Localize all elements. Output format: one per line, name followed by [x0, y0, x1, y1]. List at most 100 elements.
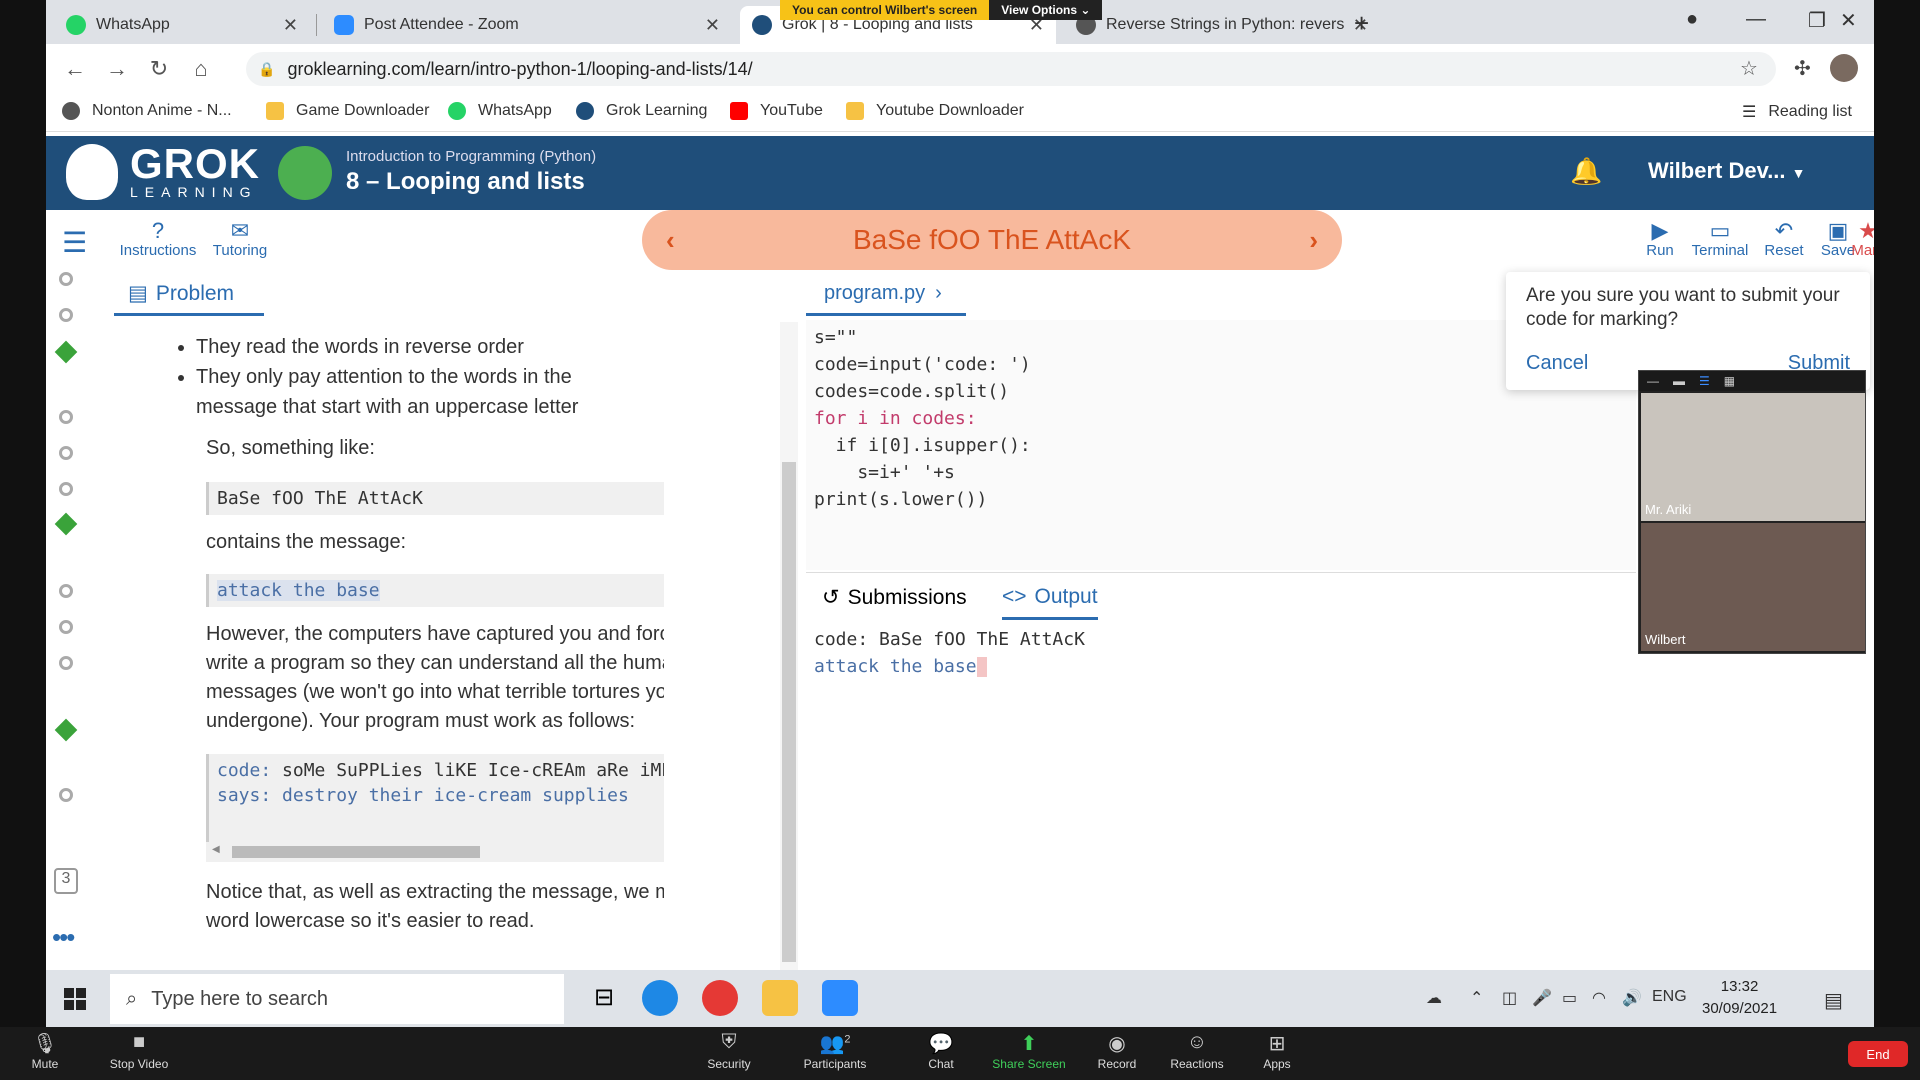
- grid-view-icon[interactable]: ▦: [1724, 374, 1735, 388]
- code-text: code=input('code: '): [814, 354, 1031, 375]
- extensions-icon[interactable]: ✣: [1794, 56, 1811, 81]
- bookmark-game-downloader[interactable]: Game Downloader: [266, 102, 429, 120]
- bookmark-youtube[interactable]: YouTube: [730, 102, 823, 120]
- tab-divider: [316, 14, 317, 36]
- battery-icon[interactable]: ▭: [1562, 988, 1577, 1008]
- taskbar-search-input[interactable]: ⌕ Type here to search: [110, 974, 564, 1024]
- windows-start-icon[interactable]: [64, 988, 86, 1010]
- tab-search-icon[interactable]: ●: [1686, 8, 1698, 31]
- stop-video-button[interactable]: ■ Stop Video: [94, 1031, 184, 1071]
- camera-tray-icon[interactable]: ◫: [1502, 988, 1517, 1008]
- minimize-icon[interactable]: —: [1746, 8, 1766, 31]
- security-button[interactable]: ⛨ Security: [684, 1031, 774, 1071]
- tray-chevron-up-icon[interactable]: ⌃: [1470, 988, 1483, 1008]
- progress-step[interactable]: [59, 272, 73, 286]
- stack-view-icon[interactable]: ☰: [1699, 374, 1710, 388]
- cancel-button[interactable]: Cancel: [1526, 352, 1588, 375]
- scrollbar-thumb[interactable]: [232, 846, 480, 858]
- window-close-icon[interactable]: ✕: [1840, 8, 1857, 33]
- mark-button[interactable]: ★Mark: [1844, 218, 1874, 259]
- tab-submissions[interactable]: ↺ Submissions: [822, 585, 967, 610]
- close-icon[interactable]: ✕: [283, 15, 298, 36]
- progress-step-complete[interactable]: [54, 340, 78, 364]
- mark-label: Mark: [1851, 242, 1874, 259]
- progress-step[interactable]: [59, 788, 73, 802]
- microphone-tray-icon[interactable]: 🎤: [1532, 988, 1552, 1008]
- progress-step-complete[interactable]: [54, 718, 78, 742]
- zoom-app-icon[interactable]: [822, 980, 858, 1016]
- progress-step[interactable]: [59, 482, 73, 496]
- tab-whatsapp[interactable]: WhatsApp ✕: [54, 6, 310, 44]
- chrome-icon[interactable]: [702, 980, 738, 1016]
- tab-reverse-strings[interactable]: Reverse Strings in Python: revers ✕: [1064, 6, 1380, 44]
- user-menu[interactable]: Wilbert Dev... ▼: [1648, 158, 1806, 184]
- mute-button[interactable]: 🎙 Mute: [0, 1031, 90, 1071]
- tab-program-py[interactable]: program.py ›: [806, 274, 966, 316]
- horizontal-scrollbar[interactable]: ◀ ▶: [206, 842, 664, 862]
- view-options-button[interactable]: View Options ⌄: [989, 0, 1103, 20]
- weather-icon[interactable]: ☁: [1426, 988, 1442, 1008]
- record-button[interactable]: ◉ Record: [1072, 1031, 1162, 1071]
- progress-step-complete[interactable]: [54, 512, 78, 536]
- outline-menu-icon[interactable]: ☰: [62, 226, 87, 259]
- notifications-icon[interactable]: ▤: [1824, 988, 1843, 1013]
- bookmark-nonton-anime[interactable]: Nonton Anime - N...: [62, 102, 232, 120]
- edge-icon[interactable]: [642, 980, 678, 1016]
- avatar[interactable]: [1830, 54, 1858, 82]
- share-screen-button[interactable]: ⬆ Share Screen: [984, 1031, 1074, 1071]
- close-icon[interactable]: ✕: [705, 15, 720, 36]
- course-title[interactable]: Introduction to Programming (Python): [346, 148, 596, 165]
- video-tile[interactable]: Wilbert: [1641, 523, 1865, 651]
- bookmark-youtube-downloader[interactable]: Youtube Downloader: [846, 102, 1024, 120]
- problem-vertical-scrollbar[interactable]: [780, 322, 798, 972]
- minimize-icon[interactable]: —: [1647, 374, 1659, 388]
- forward-icon[interactable]: →: [96, 56, 138, 82]
- progress-step[interactable]: [59, 620, 73, 634]
- reactions-button[interactable]: ☺ Reactions: [1152, 1031, 1242, 1071]
- apps-button[interactable]: ⊞ Apps: [1232, 1031, 1322, 1071]
- bookmark-star-icon[interactable]: ☆: [1740, 56, 1758, 81]
- grok-logo[interactable]: GROK LEARNING: [66, 143, 260, 200]
- reading-list-button[interactable]: ☰ Reading list: [1742, 102, 1852, 122]
- progress-step[interactable]: [59, 446, 73, 460]
- tab-problem[interactable]: ▤ Problem: [114, 274, 264, 316]
- scroll-left-icon[interactable]: ◀: [212, 844, 220, 855]
- tutoring-button[interactable]: ✉ Tutoring: [200, 218, 280, 259]
- language-indicator[interactable]: ENG: [1652, 988, 1687, 1006]
- chat-button[interactable]: 💬 Chat: [896, 1031, 986, 1071]
- output-console[interactable]: code: BaSe fOO ThE AttAcK attack the base: [806, 622, 1636, 962]
- input-cursor: [976, 657, 987, 677]
- video-tile[interactable]: Mr. Ariki: [1641, 393, 1865, 521]
- file-explorer-icon[interactable]: [762, 980, 798, 1016]
- url-field[interactable]: 🔒 groklearning.com/learn/intro-python-1/…: [246, 52, 1776, 86]
- task-view-icon[interactable]: ⊟: [586, 980, 622, 1016]
- module-title[interactable]: 8 – Looping and lists: [346, 168, 585, 196]
- participants-button[interactable]: 👥2 Participants: [790, 1031, 880, 1071]
- more-icon[interactable]: •••: [52, 922, 75, 953]
- new-tab-icon[interactable]: +: [1354, 8, 1369, 39]
- back-icon[interactable]: ←: [54, 56, 96, 82]
- single-view-icon[interactable]: ▬: [1673, 374, 1685, 388]
- bookmark-grok-learning[interactable]: Grok Learning: [576, 102, 707, 120]
- progress-step[interactable]: [59, 308, 73, 322]
- instructions-button[interactable]: ? Instructions: [118, 218, 198, 259]
- progress-step[interactable]: [59, 584, 73, 598]
- tab-output[interactable]: <> Output: [1002, 585, 1098, 620]
- taskbar-clock[interactable]: 13:32 30/09/2021: [1702, 976, 1777, 1020]
- progress-step[interactable]: [59, 410, 73, 424]
- end-meeting-button[interactable]: End: [1848, 1041, 1908, 1067]
- home-icon[interactable]: ⌂: [180, 56, 222, 82]
- progress-step[interactable]: [59, 656, 73, 670]
- restore-icon[interactable]: ❐: [1808, 8, 1826, 33]
- tab-zoom[interactable]: Post Attendee - Zoom ✕: [322, 6, 732, 44]
- bookmark-whatsapp[interactable]: WhatsApp: [448, 102, 552, 120]
- rail-section-number[interactable]: 3: [54, 868, 78, 894]
- bell-icon[interactable]: 🔔: [1570, 156, 1602, 187]
- scrollbar-thumb[interactable]: [782, 462, 796, 962]
- zoom-video-gallery[interactable]: — ▬ ☰ ▦ Mr. Ariki Wilbert: [1638, 370, 1866, 654]
- wifi-icon[interactable]: ◠: [1592, 988, 1606, 1008]
- reload-icon[interactable]: ↻: [138, 56, 180, 82]
- prev-problem-icon[interactable]: ‹: [666, 225, 675, 256]
- next-problem-icon[interactable]: ›: [1309, 225, 1318, 256]
- volume-icon[interactable]: 🔊: [1622, 988, 1642, 1008]
